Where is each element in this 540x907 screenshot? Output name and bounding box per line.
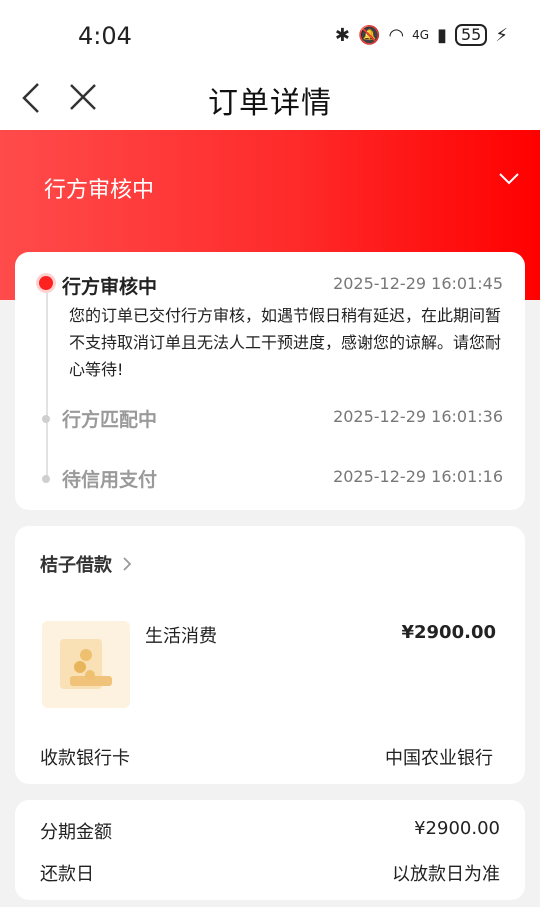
signal-label: 4G — [412, 28, 430, 42]
timeline-dot — [42, 415, 50, 423]
status-icons: ✱ 🔕 ◠ 4G ▮ 55 ⚡ — [335, 24, 508, 46]
timeline-title: 待信用支付 — [62, 469, 158, 491]
product-thumbnail — [42, 621, 130, 708]
installment-amount-label: 分期金额 — [40, 822, 112, 843]
mute-bell-icon: 🔕 — [358, 24, 381, 46]
chevron-down-icon[interactable] — [498, 172, 520, 186]
header-status-text: 行方审核中 — [44, 178, 155, 203]
charging-icon: ⚡ — [495, 24, 508, 46]
timeline-line — [46, 292, 48, 482]
bank-card-value: 中国农业银行 — [385, 748, 493, 769]
coin-box-icon — [60, 639, 112, 689]
status-bar: 4:04 ✱ 🔕 ◠ 4G ▮ 55 ⚡ — [0, 0, 540, 70]
loan-card: 桔子借款 生活消费 ¥2900.00 收款银行卡 中国农业银行 — [15, 526, 525, 784]
timeline-card: 行方审核中 2025-12-29 16:01:45 您的订单已交付行方审核，如遇… — [15, 252, 525, 510]
timeline-dot-active — [39, 276, 53, 290]
timeline-dot — [42, 475, 50, 483]
status-time: 4:04 — [78, 22, 132, 50]
battery-level: 55 — [455, 24, 488, 46]
page-title: 订单详情 — [208, 86, 332, 121]
product-price: ¥2900.00 — [401, 622, 496, 643]
installment-amount-value: ¥2900.00 — [414, 818, 500, 839]
repayment-day-label: 还款日 — [40, 864, 94, 885]
timeline-title: 行方匹配中 — [62, 409, 158, 431]
product-name: 生活消费 — [145, 626, 217, 647]
timeline-time: 2025-12-29 16:01:36 — [333, 407, 503, 426]
timeline-time: 2025-12-29 16:01:45 — [333, 274, 503, 293]
repayment-day-value: 以放款日为准 — [392, 864, 500, 885]
timeline-description: 您的订单已交付行方审核，如遇节假日稍有延迟，在此期间暂不支持取消订单且无法人工干… — [69, 306, 502, 379]
wifi-icon: ◠ — [388, 24, 405, 46]
bank-card-label: 收款银行卡 — [40, 748, 130, 769]
signal-icon: ▮ — [437, 24, 447, 46]
timeline-time: 2025-12-29 16:01:16 — [333, 467, 503, 486]
chevron-right-icon[interactable] — [122, 556, 132, 572]
bluetooth-icon: ✱ — [334, 24, 351, 46]
timeline-title: 行方审核中 — [62, 276, 158, 298]
summary-card: 分期金额 ¥2900.00 还款日 以放款日为准 — [15, 800, 525, 900]
nav-bar: 订单详情 — [0, 70, 540, 130]
loan-provider-link[interactable]: 桔子借款 — [40, 551, 112, 577]
